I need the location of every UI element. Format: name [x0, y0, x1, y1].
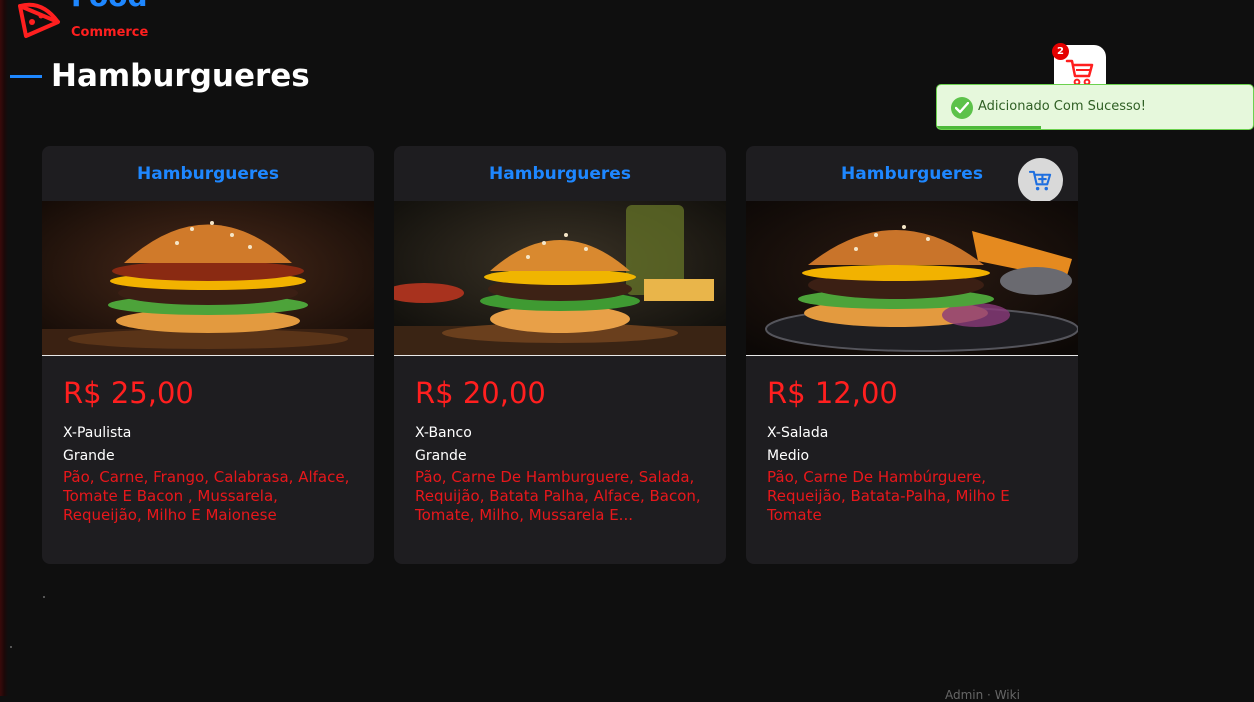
product-description: Pão, Carne De Hamburguere, Salada, Requi…: [415, 468, 701, 524]
success-toast[interactable]: Adicionado Com Sucesso!: [936, 84, 1254, 130]
product-name: X-Banco: [415, 425, 472, 441]
left-edge-strip: [0, 0, 8, 696]
page-heading: Hamburgueres: [10, 56, 310, 96]
brand-logo[interactable]: Food Commerce: [14, 0, 174, 44]
stray-dot: [10, 646, 12, 648]
add-to-cart-button[interactable]: [1018, 158, 1063, 203]
title-accent-line: [10, 74, 42, 78]
product-price: R$ 25,00: [63, 376, 194, 410]
page-title: Hamburgueres: [51, 58, 310, 94]
toast-message: Adicionado Com Sucesso!: [978, 99, 1146, 114]
product-description: Pão, Carne, Frango, Calabrasa, Alface, T…: [63, 468, 350, 524]
stray-dot: [43, 596, 45, 598]
product-price: R$ 12,00: [767, 376, 898, 410]
cart-plus-icon: [1029, 170, 1052, 191]
brand-subtitle: Commerce: [71, 25, 149, 40]
product-name: X-Paulista: [63, 425, 132, 441]
product-card[interactable]: Hamburgueres R$ 12,00 X-Salada Medio Pão…: [746, 146, 1078, 564]
product-size: Grande: [415, 448, 467, 464]
shopping-cart-icon: [1065, 59, 1094, 86]
check-circle-icon: [951, 97, 973, 119]
product-price: R$ 20,00: [415, 376, 546, 410]
pizza-icon: [18, 2, 60, 38]
burger-image: [394, 201, 726, 356]
burger-image: [746, 201, 1078, 356]
toast-progress-bar: [937, 126, 1042, 129]
product-description: Pão, Carne De Hambúrguere, Requeijão, Ba…: [767, 468, 1010, 524]
footer-partial-text: Admin · Wiki: [945, 688, 1020, 702]
burger-image: [42, 201, 374, 356]
product-card[interactable]: Hamburgueres R$ 20,00 X-Banco Grande Pão…: [394, 146, 726, 564]
cart-count-badge: 2: [1052, 43, 1069, 60]
product-card[interactable]: Hamburgueres R$ 25,00 X-Paulista Grande …: [42, 146, 374, 564]
product-size: Medio: [767, 448, 810, 464]
product-name: X-Salada: [767, 425, 829, 441]
card-category: Hamburgueres: [489, 163, 631, 184]
card-category: Hamburgueres: [137, 163, 279, 184]
brand-name: Food: [71, 0, 148, 13]
product-size: Grande: [63, 448, 115, 464]
